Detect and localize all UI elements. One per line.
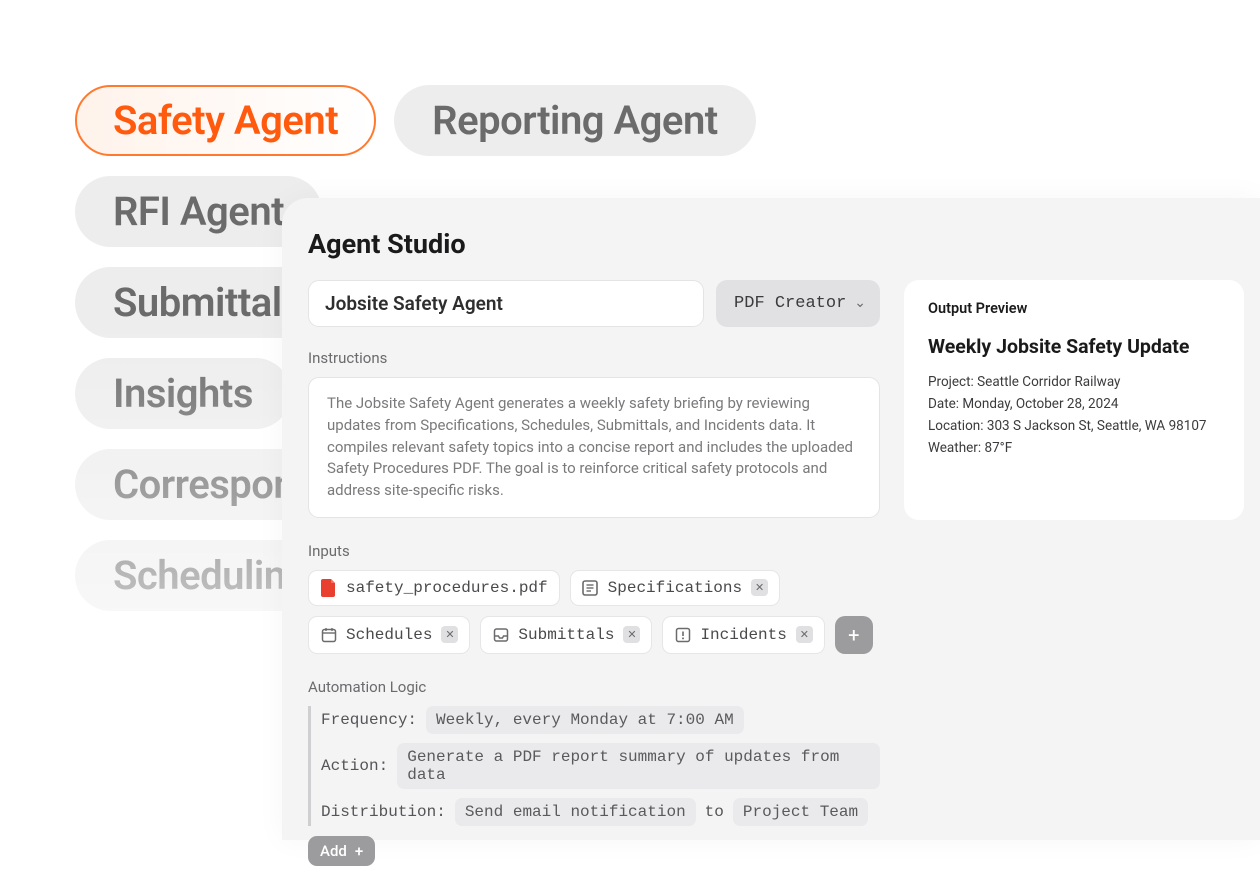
distribution-value[interactable]: Send email notification <box>455 798 696 826</box>
chip-label: Specifications <box>608 579 742 597</box>
automation-label: Automation Logic <box>308 678 880 696</box>
panel-title: Agent Studio <box>308 228 1260 260</box>
chip-label: safety_procedures.pdf <box>346 579 548 597</box>
chip-remove-icon[interactable]: ✕ <box>441 626 458 643</box>
chip-label: Schedules <box>346 626 432 644</box>
instructions-textarea[interactable]: The Jobsite Safety Agent generates a wee… <box>308 377 880 518</box>
pdf-file-icon <box>320 579 337 596</box>
input-chip-submittals[interactable]: Submittals ✕ <box>480 616 652 654</box>
frequency-key: Frequency: <box>321 711 417 729</box>
input-chip-pdf[interactable]: safety_procedures.pdf <box>308 570 560 606</box>
input-chip-schedules[interactable]: Schedules ✕ <box>308 616 470 654</box>
pill-reporting-agent[interactable]: Reporting Agent <box>394 85 756 156</box>
action-value[interactable]: Generate a PDF report summary of updates… <box>397 743 880 789</box>
output-type-select[interactable]: PDF Creator ⌄ <box>716 280 880 327</box>
preview-date: Date: Monday, October 28, 2024 <box>928 394 1220 415</box>
chip-remove-icon[interactable]: ✕ <box>796 626 813 643</box>
action-key: Action: <box>321 757 388 775</box>
output-type-label: PDF Creator <box>734 294 846 313</box>
agent-name-input[interactable]: Jobsite Safety Agent <box>308 280 704 327</box>
frequency-value[interactable]: Weekly, every Monday at 7:00 AM <box>426 706 744 734</box>
inputs-chips: safety_procedures.pdf Specifications ✕ S… <box>308 570 880 654</box>
chip-remove-icon[interactable]: ✕ <box>751 579 768 596</box>
agent-studio-panel: Agent Studio Jobsite Safety Agent PDF Cr… <box>282 198 1260 840</box>
chip-remove-icon[interactable]: ✕ <box>623 626 640 643</box>
inbox-icon <box>492 626 509 643</box>
input-chip-incidents[interactable]: Incidents ✕ <box>662 616 824 654</box>
chevron-down-icon: ⌄ <box>854 295 866 312</box>
calendar-icon <box>320 626 337 643</box>
automation-distribution-row: Distribution: Send email notification to… <box>321 798 880 826</box>
automation-action-row: Action: Generate a PDF report summary of… <box>321 743 880 789</box>
input-chip-specifications[interactable]: Specifications ✕ <box>570 570 780 606</box>
plus-icon: + <box>848 623 859 647</box>
add-logic-button[interactable]: Add + <box>308 836 375 866</box>
output-preview-card: Output Preview Weekly Jobsite Safety Upd… <box>904 280 1244 520</box>
alert-icon <box>674 626 691 643</box>
automation-frequency-row: Frequency: Weekly, every Monday at 7:00 … <box>321 706 880 734</box>
plus-icon: + <box>355 842 363 860</box>
preview-location: Location: 303 S Jackson St, Seattle, WA … <box>928 416 1220 437</box>
preview-project: Project: Seattle Corridor Railway <box>928 372 1220 393</box>
instructions-label: Instructions <box>308 349 880 367</box>
distribution-target[interactable]: Project Team <box>733 798 868 826</box>
preview-title: Weekly Jobsite Safety Update <box>928 335 1220 358</box>
distribution-to-label: to <box>705 803 724 821</box>
chip-label: Submittals <box>518 626 614 644</box>
document-icon <box>582 579 599 596</box>
add-input-button[interactable]: + <box>835 616 873 654</box>
preview-weather: Weather: 87°F <box>928 438 1220 459</box>
preview-label: Output Preview <box>928 300 1220 317</box>
pill-safety-agent[interactable]: Safety Agent <box>75 85 376 156</box>
distribution-key: Distribution: <box>321 803 446 821</box>
automation-logic-block: Frequency: Weekly, every Monday at 7:00 … <box>308 706 880 826</box>
chip-label: Incidents <box>700 626 786 644</box>
inputs-label: Inputs <box>308 542 880 560</box>
add-label: Add <box>320 842 347 860</box>
preview-meta: Project: Seattle Corridor Railway Date: … <box>928 372 1220 459</box>
pill-insights[interactable]: Insights <box>75 358 291 429</box>
